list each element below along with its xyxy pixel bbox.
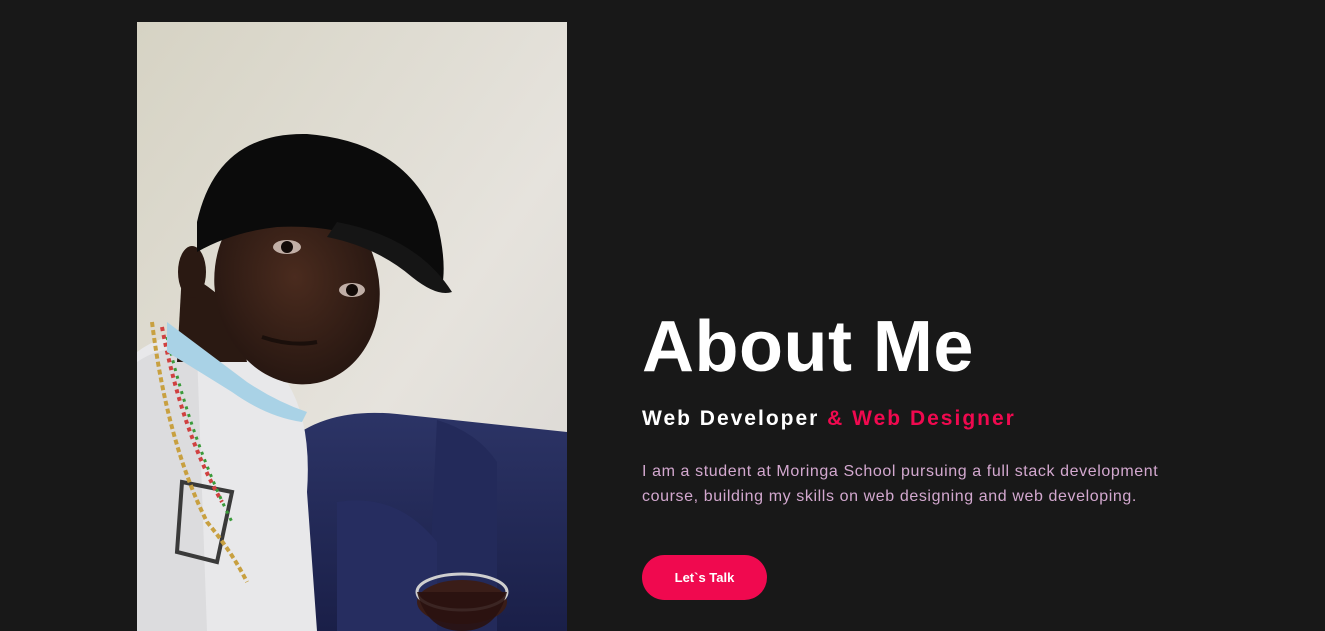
about-section: About Me Web Developer & Web Designer I …: [0, 0, 1325, 631]
about-content: About Me Web Developer & Web Designer I …: [642, 305, 1262, 509]
role-primary: Web Developer: [642, 407, 828, 430]
profile-photo: [137, 22, 567, 631]
role-subtitle: Web Developer & Web Designer: [642, 407, 1262, 431]
role-accent: & Web Designer: [827, 407, 1016, 430]
about-description: I am a student at Moringa School pursuin…: [642, 463, 1159, 505]
page-title: About Me: [642, 307, 974, 387]
lets-talk-button[interactable]: Let`s Talk: [642, 555, 767, 600]
